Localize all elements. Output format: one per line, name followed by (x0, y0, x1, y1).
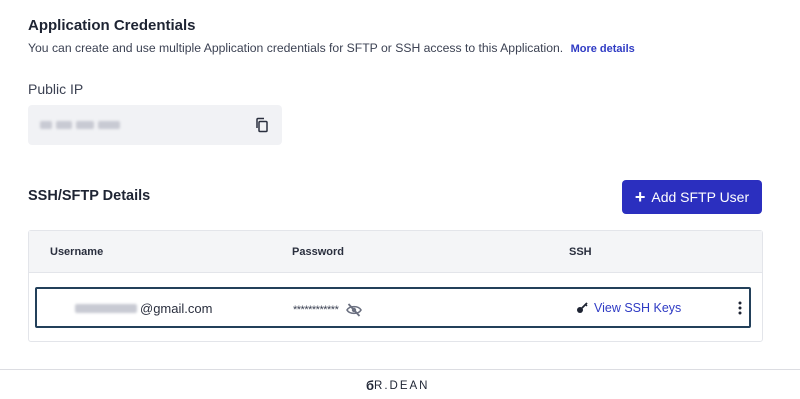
section-title: Application Credentials (28, 17, 196, 34)
view-ssh-keys-link[interactable]: View SSH Keys (576, 301, 681, 315)
username-cell: @gmail.com (75, 301, 212, 316)
sftp-users-table: Username Password SSH @gmail.com *******… (28, 230, 763, 342)
password-cell: ************ (293, 303, 363, 317)
brand-text: R.DEAN (374, 379, 430, 392)
key-icon (577, 302, 588, 313)
column-password: Password (292, 246, 344, 258)
username-redacted (75, 304, 137, 313)
column-ssh: SSH (569, 246, 592, 258)
brand-mark: б (366, 378, 375, 393)
footer-brand: б R.DEAN (366, 378, 429, 393)
password-masked: ************ (293, 304, 339, 316)
description-text: You can create and use multiple Applicat… (28, 41, 564, 55)
eye-off-icon[interactable] (346, 303, 363, 317)
plus-icon: + (634, 187, 646, 207)
add-sftp-user-label: Add SFTP User (651, 189, 750, 205)
public-ip-label: Public IP (28, 81, 84, 97)
table-row[interactable]: @gmail.com ************ View SSH Keys (35, 287, 751, 328)
footer-divider (0, 369, 800, 370)
column-username: Username (50, 246, 104, 258)
table-header: Username Password SSH (29, 231, 762, 273)
public-ip-field (28, 105, 282, 145)
add-sftp-user-button[interactable]: + Add SFTP User (622, 180, 762, 214)
username-domain: @gmail.com (140, 301, 213, 316)
credentials-description: You can create and use multiple Applicat… (28, 41, 635, 55)
more-details-link[interactable]: More details (571, 43, 635, 55)
more-vertical-icon[interactable] (737, 300, 743, 316)
view-ssh-keys-label: View SSH Keys (594, 301, 682, 315)
ssh-sftp-title: SSH/SFTP Details (28, 188, 151, 204)
public-ip-redacted-value (40, 121, 140, 129)
copy-icon[interactable] (254, 117, 270, 133)
